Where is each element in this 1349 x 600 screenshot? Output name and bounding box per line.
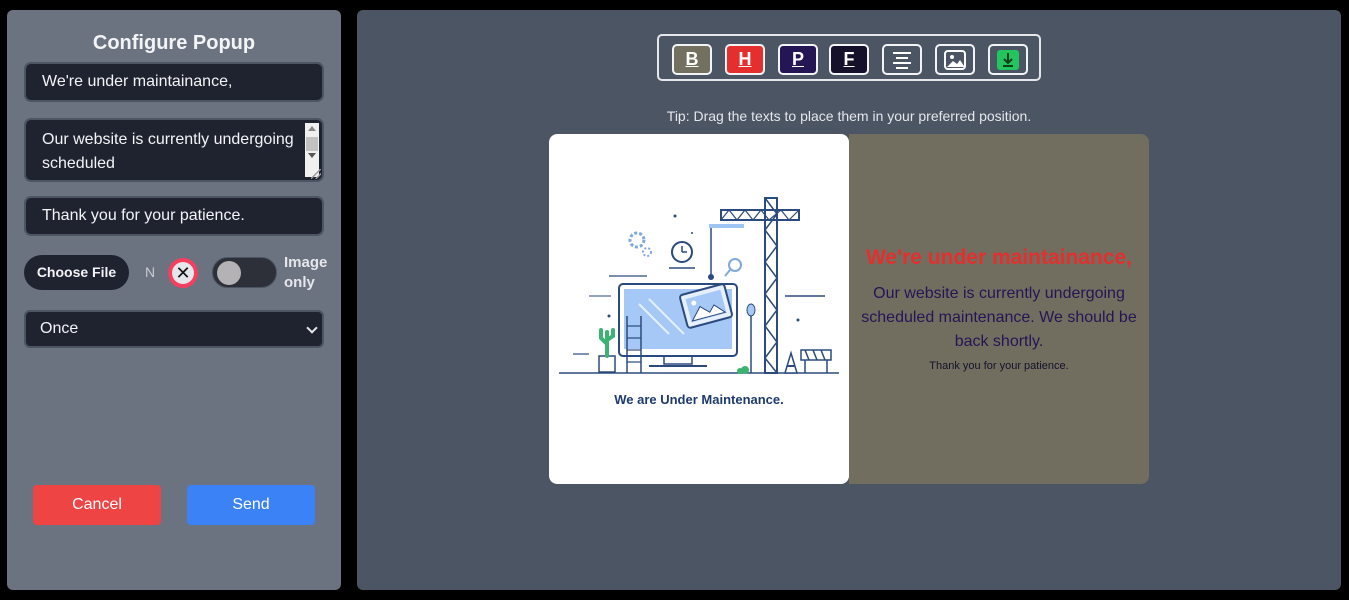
scroll-down-icon[interactable] [308, 153, 316, 158]
image-icon [944, 50, 966, 70]
config-title: Configure Popup [92, 32, 256, 54]
paragraph-tool-label: P [791, 49, 804, 69]
popup-preview: We are Under Maintenance. We're under ma… [549, 134, 1149, 484]
maintenance-illustration [559, 197, 839, 374]
cancel-button[interactable]: Cancel [33, 485, 161, 525]
preview-panel: B H P F Tip: Drag the texts to place the… [357, 10, 1341, 590]
footer-input[interactable]: Thank you for your patience. [24, 196, 324, 236]
popup-heading[interactable]: We're under maintainance, [849, 246, 1149, 270]
footer-color-button[interactable]: F [829, 44, 869, 75]
body-textarea-text: Our website is currently undergoing sche… [42, 131, 294, 172]
image-only-label: Image only [284, 254, 328, 291]
image-only-toggle[interactable] [212, 257, 277, 288]
file-name-text: N [145, 264, 156, 280]
heading-tool-label: H [738, 49, 752, 69]
send-button[interactable]: Send [187, 485, 315, 525]
paragraph-color-button[interactable]: P [778, 44, 818, 75]
popup-body[interactable]: Our website is currently undergoing sche… [861, 282, 1137, 354]
frequency-select[interactable]: Once [24, 310, 324, 348]
align-center-button[interactable] [882, 44, 922, 75]
popup-image-caption: We are Under Maintenance. [614, 392, 784, 407]
toggle-knob [217, 261, 241, 285]
frequency-selected-value: Once [40, 320, 79, 337]
style-toolbar: B H P F [657, 34, 1041, 81]
bold-tool-button[interactable]: B [672, 44, 712, 75]
download-button[interactable] [988, 44, 1028, 75]
config-panel: Configure Popup We're under maintainance… [7, 10, 341, 590]
popup-content: We're under maintainance, Our website is… [849, 134, 1149, 484]
clear-image-button[interactable]: ✕ [168, 258, 198, 288]
tip-text: Tip: Drag the texts to place them in you… [666, 108, 1032, 124]
chevron-down-icon [306, 322, 318, 334]
heading-color-button[interactable]: H [725, 44, 765, 75]
popup-image: We are Under Maintenance. [549, 134, 849, 484]
scroll-thumb[interactable] [306, 137, 318, 151]
image-button[interactable] [935, 44, 975, 75]
heading-input[interactable]: We're under maintainance, [24, 62, 324, 102]
close-icon: ✕ [172, 262, 194, 284]
scroll-up-icon[interactable] [308, 126, 316, 131]
body-textarea[interactable]: Our website is currently undergoing sche… [24, 118, 324, 182]
bold-tool-label: B [685, 49, 699, 69]
choose-file-button[interactable]: Choose File [24, 255, 129, 290]
resize-handle-icon[interactable] [311, 169, 321, 179]
popup-footer[interactable]: Thank you for your patience. [849, 360, 1149, 372]
footer-tool-label: F [843, 49, 855, 69]
align-center-icon [893, 52, 911, 69]
download-icon [997, 50, 1019, 70]
